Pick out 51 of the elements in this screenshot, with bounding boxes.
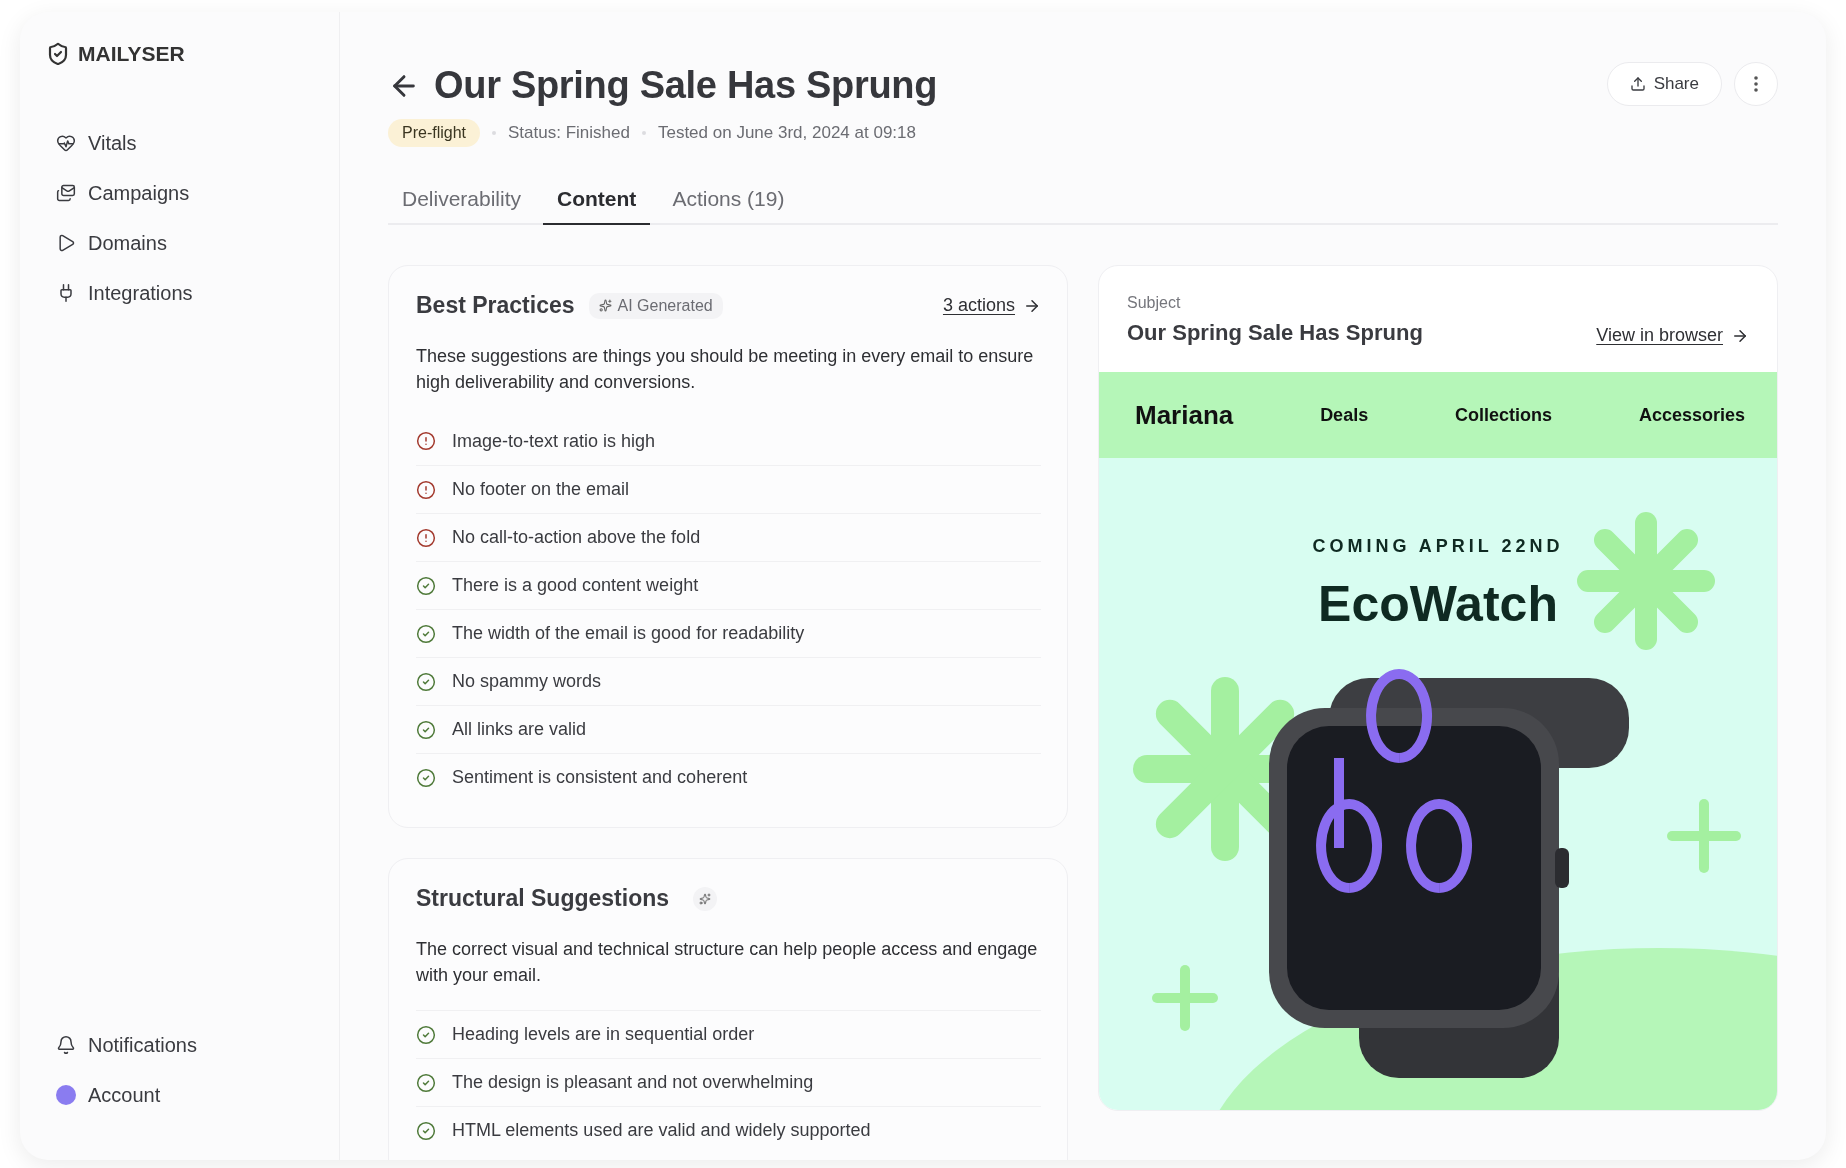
card-title: Structural Suggestions [416,885,670,912]
page-title: Our Spring Sale Has Sprung [434,64,938,107]
email-nav-link[interactable]: Collections [1455,404,1553,426]
checklist-item: No call-to-action above the fold [452,527,701,548]
logo-text: MAILYSER [78,42,185,66]
brand-name: Mariana [1135,399,1234,431]
checklist-item: Sentiment is consistent and coherent [452,767,748,788]
nav-item[interactable]: Vitals [46,118,311,168]
tab[interactable]: Deliverability [388,177,536,225]
tested-date: Tested on June 3rd, 2024 at 09:18 [657,123,916,143]
ai-tag: AI Generated [588,292,723,319]
status-text: Status: Finished [508,123,630,143]
bell-icon [56,1035,76,1055]
card-title: Best Practices [416,292,575,319]
more-icon [1754,76,1758,92]
nav-item[interactable]: Account [46,1070,311,1120]
tab[interactable]: Content [543,177,651,225]
product-name: EcoWatch [1318,575,1558,633]
play-icon [56,233,76,253]
hero-eyebrow: COMING APRIL 22ND [1312,536,1564,557]
sparkle-icon [598,299,612,312]
checklist-item: The design is pleasant and not overwhelming [452,1072,814,1093]
upload-icon [1629,76,1646,92]
nav-item[interactable]: Domains [46,218,311,268]
share-button[interactable]: Share [1606,62,1722,106]
view-in-browser-link[interactable]: View in browser [1596,325,1749,346]
nav-item[interactable]: Integrations [46,268,311,318]
email-nav-link[interactable]: Accessories [1638,404,1745,426]
subject-text: Our Spring Sale Has Sprung [1127,320,1423,346]
heart-pulse-icon [56,133,76,153]
card-description: The correct visual and technical structure can help people access and engage with your email. [416,938,1039,987]
shield-logo-icon [46,42,70,66]
email-nav-link[interactable]: Deals [1320,404,1369,426]
checklist-item: Image-to-text ratio is high [452,430,656,452]
sparkle-icon [693,886,718,911]
checklist-item: Heading levels are in sequential order [452,1024,755,1045]
checklist-item: No spammy words [452,671,602,692]
nav-item[interactable]: Campaigns [46,168,311,218]
checklist-item: HTML elements used are valid and widely supported [452,1120,871,1141]
nav-item[interactable]: Notifications [46,1020,311,1070]
status-badge: Pre-flight [388,119,481,147]
avatar-icon [56,1085,76,1105]
checklist-item: The width of the email is good for readability [452,623,805,644]
subject-label: Subject [1127,294,1182,312]
checklist-item: All links are valid [452,719,587,740]
actions-link[interactable]: 3 actions [942,295,1041,316]
mail-icon [56,183,76,203]
card-description: These suggestions are things you should be meeting in every email to ensure high deliverability and conversions. [416,345,1035,394]
tab[interactable]: Actions (19) [658,177,799,225]
checklist-item: There is a good content weight [452,575,699,596]
checklist-item: No footer on the email [452,479,630,500]
